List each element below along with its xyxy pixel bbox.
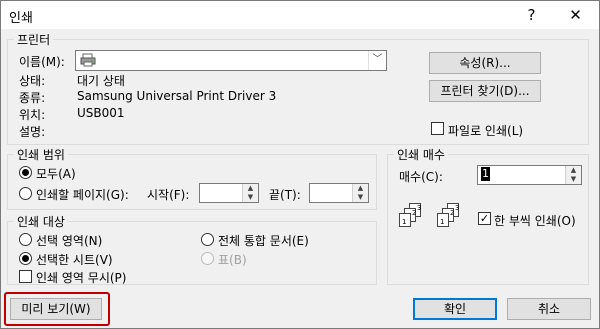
comment-label: 설명: xyxy=(19,125,46,139)
spin-down-icon[interactable]: ▼ xyxy=(242,193,258,202)
entire-workbook-label[interactable]: 전체 통합 문서(E) xyxy=(218,232,309,249)
svg-text:2: 2 xyxy=(412,209,416,217)
svg-text:1: 1 xyxy=(402,218,406,226)
svg-text:1: 1 xyxy=(440,218,444,226)
ignore-print-areas-label[interactable]: 인쇄 영역 무시(P) xyxy=(36,269,126,286)
status-label: 상태: xyxy=(19,74,46,88)
spin-down-icon[interactable]: ▼ xyxy=(352,193,368,202)
title-bar: 인쇄 ? ✕ xyxy=(1,1,599,29)
copies-group-label: 인쇄 매수 xyxy=(394,146,448,163)
selection-label[interactable]: 선택 영역(N) xyxy=(36,232,102,249)
entire-workbook-radio[interactable] xyxy=(201,233,214,246)
print-range-all-radio[interactable] xyxy=(19,166,32,179)
printer-name-select[interactable]: ﹀ xyxy=(75,50,387,71)
end-page-label: 끝(T): xyxy=(269,188,301,202)
active-sheets-radio[interactable] xyxy=(19,252,32,265)
print-range-pages-label[interactable]: 인쇄할 페이지(G): xyxy=(36,186,129,203)
printer-name-label: 이름(M): xyxy=(19,55,65,69)
svg-text:3: 3 xyxy=(455,204,459,212)
printer-group-label: 프린터 xyxy=(14,31,54,48)
status-value: 대기 상태 xyxy=(77,74,125,88)
spin-down-icon[interactable]: ▼ xyxy=(565,175,581,184)
cancel-button[interactable]: 취소 xyxy=(507,298,591,320)
collate-label[interactable]: 한 부씩 인쇄(O) xyxy=(494,212,576,229)
ignore-print-areas-checkbox[interactable] xyxy=(19,270,32,283)
find-printer-button[interactable]: 프린터 찾기(D)... xyxy=(429,80,541,102)
print-to-file-checkbox[interactable] xyxy=(431,122,444,135)
svg-text:3: 3 xyxy=(417,204,421,212)
active-sheets-label[interactable]: 선택한 시트(V) xyxy=(36,251,113,268)
table-label: 표(B) xyxy=(218,253,247,267)
where-label: 위치: xyxy=(19,108,46,122)
print-range-group-label: 인쇄 범위 xyxy=(14,146,68,163)
close-button[interactable]: ✕ xyxy=(553,1,598,29)
dialog-title: 인쇄 xyxy=(9,11,33,26)
start-page-spinner[interactable]: ▲ ▼ xyxy=(199,183,259,203)
copies-count-spinner[interactable]: 1 ▲ ▼ xyxy=(477,165,582,185)
print-dialog: 인쇄 ? ✕ 프린터 이름(M): ﹀ 상태: 대기 상태 종류: Samsun… xyxy=(0,0,600,329)
type-value: Samsung Universal Print Driver 3 xyxy=(77,89,277,103)
selection-radio[interactable] xyxy=(19,233,32,246)
type-label: 종류: xyxy=(19,91,46,105)
where-value: USB001 xyxy=(77,106,125,120)
spin-up-icon[interactable]: ▲ xyxy=(352,184,368,193)
table-radio xyxy=(201,252,214,265)
collate-pages-icon: 3 2 1 3 2 1 xyxy=(397,201,467,233)
copies-count-label: 매수(C): xyxy=(399,170,443,184)
printer-icon xyxy=(80,53,96,67)
svg-text:2: 2 xyxy=(450,209,454,217)
help-button[interactable]: ? xyxy=(509,1,554,29)
print-range-all-label[interactable]: 모두(A) xyxy=(36,165,76,182)
start-page-label: 시작(F): xyxy=(147,188,190,202)
preview-button[interactable]: 미리 보기(W) xyxy=(10,298,102,320)
spin-up-icon[interactable]: ▲ xyxy=(565,166,581,175)
end-page-spinner[interactable]: ▲ ▼ xyxy=(309,183,369,203)
print-what-group-label: 인쇄 대상 xyxy=(14,213,68,230)
collate-checkbox[interactable]: ✓ xyxy=(478,212,491,225)
properties-button[interactable]: 속성(R)... xyxy=(429,52,541,74)
print-to-file-label[interactable]: 파일로 인쇄(L) xyxy=(448,122,523,139)
print-range-pages-radio[interactable] xyxy=(19,187,32,200)
ok-button[interactable]: 확인 xyxy=(413,298,497,320)
copies-count-value: 1 xyxy=(481,167,490,181)
spin-up-icon[interactable]: ▲ xyxy=(242,184,258,193)
chevron-down-icon: ﹀ xyxy=(368,51,386,70)
